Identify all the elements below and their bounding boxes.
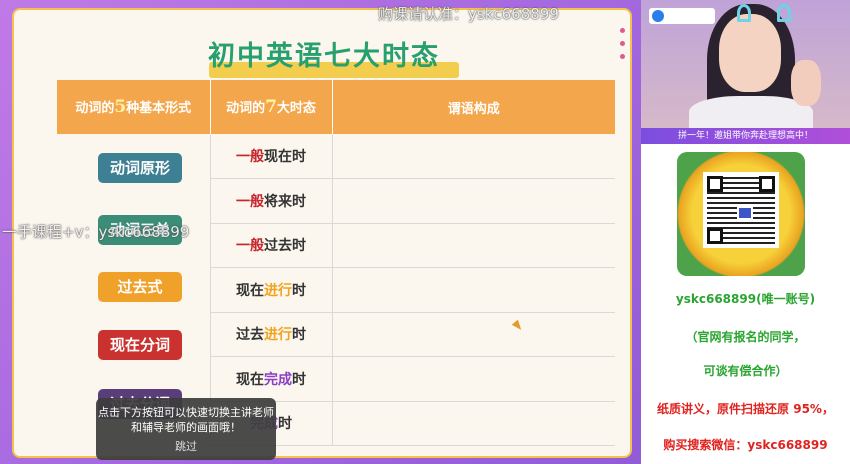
verb-form-pill: 过去式 [98, 272, 182, 302]
teacher-hand [791, 60, 821, 106]
teacher-video[interactable] [641, 0, 850, 128]
tense-cell: 一般将来时 [210, 178, 333, 224]
header-forms: 动词的5种基本形式 [57, 80, 211, 134]
tense-cell: 一般现在时 [210, 134, 333, 179]
tense-cell: 过去进行时 [210, 312, 333, 357]
info-line-1: （官网有报名的同学， [685, 330, 806, 344]
predicate-cell [332, 178, 615, 224]
live-badge [649, 8, 715, 24]
teacher-face [719, 14, 781, 92]
predicate-cell [332, 223, 615, 268]
qr-logo-icon [737, 206, 753, 220]
info-line-4: 购买搜索微信：yskc668899 [663, 438, 828, 452]
verb-form-pill: 动词原形 [98, 153, 182, 183]
watermark-left: 一手课程+v：yskc668899 [2, 223, 190, 241]
verb-form-pill: 现在分词 [98, 330, 182, 360]
predicate-cell [332, 312, 615, 357]
cat-ear-left-icon [737, 4, 751, 22]
tense-cell: 现在完成时 [210, 356, 333, 402]
watermark-top: 购课请认准：yskc668899 [378, 5, 559, 23]
sunflower-frame [677, 152, 805, 276]
tooltip-message: 点击下方按钮可以快速切换主讲老师和辅导老师的画面哦！ [98, 406, 274, 434]
cat-ear-right-icon [777, 4, 791, 22]
skip-button[interactable]: 跳过 [96, 439, 276, 454]
predicate-cell [332, 134, 615, 179]
account-text: yskc668899(唯一账号) [675, 292, 816, 306]
qr-code [703, 172, 779, 248]
slide-title: 初中英语七大时态 [208, 41, 440, 72]
platform-logo-icon [652, 10, 664, 22]
header-tenses: 动词的7大时态 [210, 80, 333, 134]
predicate-cell [332, 356, 615, 402]
info-panel: yskc668899(唯一账号) （官网有报名的同学， 可谈有偿合作） 纸质讲义… [641, 144, 850, 464]
predicate-cell [332, 267, 615, 313]
tense-cell: 一般过去时 [210, 223, 333, 268]
info-line-3: 纸质讲义，原件扫描还原 95%， [657, 402, 834, 416]
tense-cell: 现在进行时 [210, 267, 333, 313]
predicate-cell [332, 401, 615, 446]
promo-strip: 拼一年！邀姐带你奔赴理想高中！ [641, 128, 850, 144]
switch-teacher-tooltip: 点击下方按钮可以快速切换主讲老师和辅导老师的画面哦！ 跳过 [96, 398, 276, 460]
header-predicate: 谓语构成 [332, 80, 615, 134]
info-line-2: 可谈有偿合作） [703, 364, 788, 378]
